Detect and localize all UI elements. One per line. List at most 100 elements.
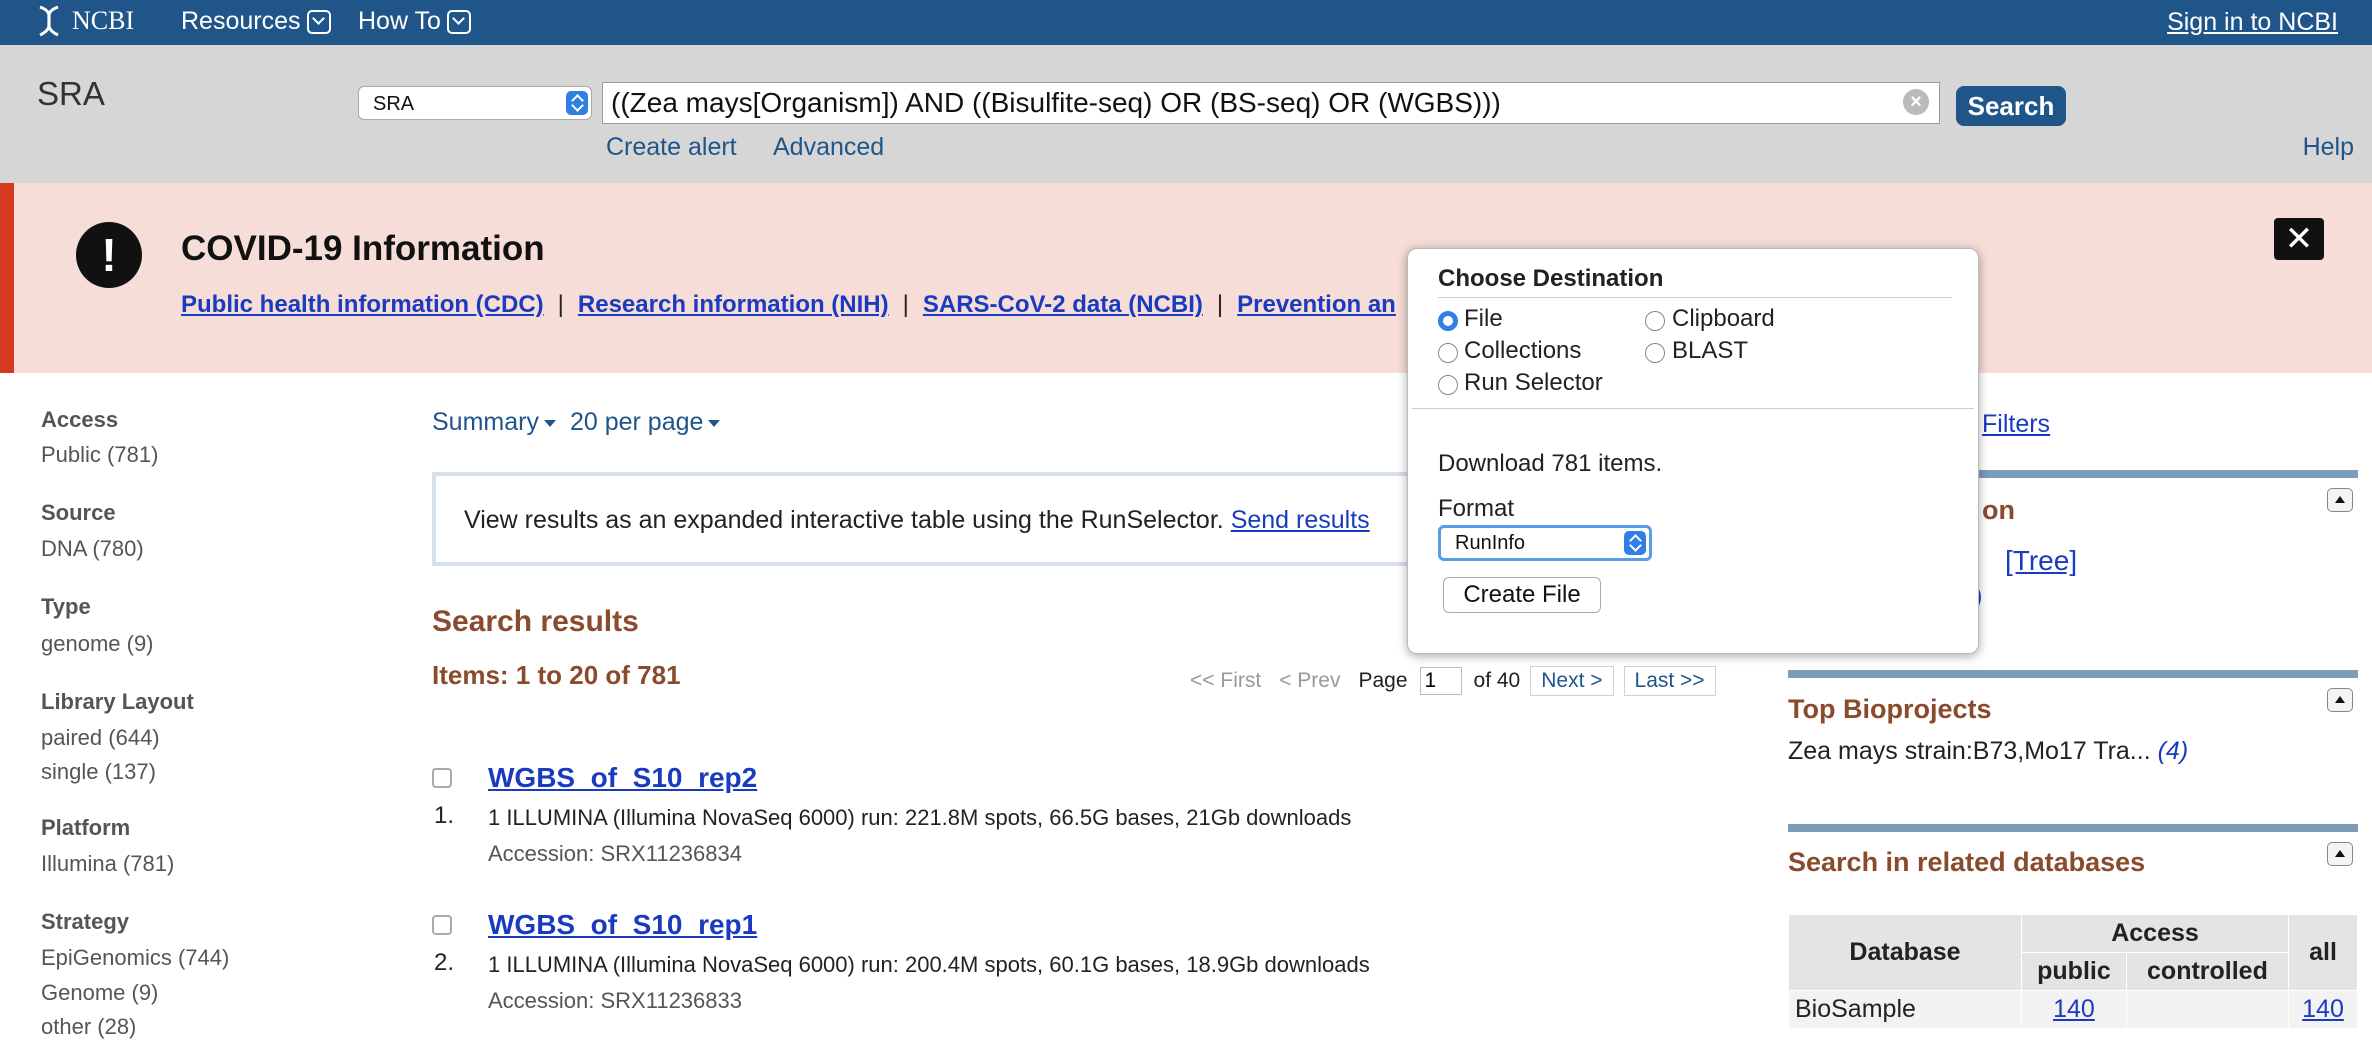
- pager: << First < Prev Page of 40 Next > Last >…: [1190, 666, 1716, 696]
- how-to-menu[interactable]: How To: [358, 7, 471, 36]
- facet-item[interactable]: genome (9): [41, 631, 154, 657]
- public-count-link[interactable]: 140: [2053, 995, 2095, 1023]
- database-select[interactable]: SRA: [358, 86, 592, 120]
- radio-blast[interactable]: [1645, 343, 1665, 363]
- top-bioprojects-title: Top Bioprojects: [1788, 694, 1992, 724]
- cdc-link[interactable]: Public health information (CDC): [181, 291, 544, 318]
- caret-down-icon: [708, 419, 721, 427]
- popup-divider: [1412, 408, 1974, 409]
- section-divider: [1788, 670, 2358, 678]
- chevron-down-icon: [306, 9, 331, 34]
- result-accession: Accession: SRX11236833: [488, 988, 742, 1013]
- clear-search-icon[interactable]: ×: [1903, 89, 1929, 115]
- result-description: 1 ILLUMINA (Illumina NovaSeq 6000) run: …: [488, 805, 1352, 830]
- facet-item[interactable]: Genome (9): [41, 980, 158, 1006]
- summary-dropdown[interactable]: Summary: [432, 408, 539, 436]
- radio-run-selector[interactable]: [1438, 375, 1458, 395]
- resources-label: Resources: [181, 7, 301, 35]
- col-all: all: [2288, 914, 2358, 991]
- result-number: 2.: [434, 949, 455, 976]
- db-name: BioSample: [1788, 990, 2022, 1029]
- facet-heading-library-layout: Library Layout: [41, 689, 194, 714]
- search-button[interactable]: Search: [1956, 86, 2066, 126]
- advanced-search-link[interactable]: Advanced: [773, 133, 884, 162]
- chevron-down-icon: [446, 9, 471, 34]
- radio-collections-label[interactable]: Collections: [1464, 337, 1581, 365]
- bioproject-count: (4): [2157, 737, 2189, 765]
- filters-link[interactable]: Filters: [1982, 410, 2050, 439]
- select-arrows-icon: [1624, 531, 1646, 555]
- download-count: Download 781 items.: [1438, 450, 1663, 477]
- result-title-link[interactable]: WGBS_of_S10_rep1: [488, 909, 757, 941]
- facet-item[interactable]: EpiGenomics (744): [41, 945, 229, 971]
- resources-menu[interactable]: Resources: [181, 7, 331, 36]
- runselector-text: View results as an expanded interactive …: [464, 506, 1370, 534]
- facet-item[interactable]: Public (781): [41, 442, 158, 468]
- ncbi-sars-link[interactable]: SARS-CoV-2 data (NCBI): [923, 291, 1203, 318]
- result-checkbox[interactable]: [432, 768, 452, 788]
- page-number-input[interactable]: [1419, 667, 1462, 695]
- section-heading-partial: on: [1982, 495, 2015, 525]
- sign-in-link[interactable]: Sign in to NCBI: [2167, 8, 2338, 37]
- col-public: public: [2021, 952, 2127, 991]
- popup-title: Choose Destination: [1438, 265, 1664, 292]
- prevention-link[interactable]: Prevention an: [1237, 291, 1396, 318]
- last-page-button[interactable]: Last >>: [1623, 666, 1716, 696]
- search-results-title: Search results: [432, 605, 639, 638]
- radio-file-label[interactable]: File: [1464, 305, 1503, 333]
- related-databases-table: Database Access all public controlled Bi…: [1788, 914, 2358, 1029]
- facet-item[interactable]: single (137): [41, 759, 156, 785]
- collapse-up-icon[interactable]: [2327, 488, 2353, 512]
- ncbi-top-bar: NCBI Resources How To Sign in to NCBI: [0, 0, 2372, 45]
- caret-down-icon: [543, 419, 556, 427]
- result-checkbox[interactable]: [432, 915, 452, 935]
- how-to-label: How To: [358, 7, 441, 35]
- section-divider: [1788, 824, 2358, 832]
- create-file-button[interactable]: Create File: [1443, 577, 1601, 613]
- collapse-up-icon[interactable]: [2327, 842, 2353, 866]
- send-results-link[interactable]: Send results: [1231, 506, 1370, 534]
- facet-heading-access: Access: [41, 407, 119, 432]
- controlled-count: [2125, 990, 2290, 1029]
- nih-link[interactable]: Research information (NIH): [578, 291, 889, 318]
- per-page-dropdown[interactable]: 20 per page: [570, 408, 703, 436]
- search-input[interactable]: [602, 82, 1940, 124]
- result-title-link[interactable]: WGBS_of_S10_rep2: [488, 762, 757, 794]
- format-select[interactable]: RunInfo: [1438, 525, 1652, 561]
- facet-item[interactable]: other (28): [41, 1014, 136, 1040]
- radio-run-selector-label[interactable]: Run Selector: [1464, 369, 1603, 397]
- page-label: Page: [1358, 669, 1408, 692]
- radio-file[interactable]: [1438, 311, 1458, 331]
- ncbi-logo[interactable]: NCBI: [34, 4, 134, 38]
- covid-links: Public health information (CDC) | Research…: [181, 291, 1396, 318]
- facet-item[interactable]: Illumina (781): [41, 851, 174, 877]
- table-row: BioSample 140 140: [1788, 990, 2358, 1029]
- result-description: 1 ILLUMINA (Illumina NovaSeq 6000) run: …: [488, 952, 1370, 977]
- exclamation-icon: !: [76, 222, 142, 288]
- close-icon[interactable]: ✕: [2274, 218, 2324, 260]
- facet-item[interactable]: DNA (780): [41, 536, 144, 562]
- help-link[interactable]: Help: [2303, 133, 2354, 162]
- select-arrows-icon: [566, 91, 588, 115]
- format-select-value: RunInfo: [1455, 532, 1526, 554]
- database-title: SRA: [37, 75, 105, 112]
- collapse-up-icon[interactable]: [2327, 688, 2353, 712]
- popup-divider: [1438, 297, 1952, 298]
- items-count: Items: 1 to 20 of 781: [432, 660, 681, 690]
- col-access: Access: [2021, 914, 2289, 953]
- related-databases-title: Search in related databases: [1788, 847, 2146, 877]
- facet-heading-source: Source: [41, 500, 116, 525]
- facet-item[interactable]: paired (644): [41, 725, 160, 751]
- bioproject-entry[interactable]: Zea mays strain:B73,Mo17 Tra... (4): [1788, 737, 2188, 766]
- all-count-link[interactable]: 140: [2302, 995, 2344, 1023]
- create-alert-link[interactable]: Create alert: [606, 133, 737, 162]
- prev-page-link[interactable]: < Prev: [1279, 669, 1340, 693]
- format-label: Format: [1438, 495, 1515, 522]
- first-page-link[interactable]: << First: [1190, 669, 1261, 693]
- radio-blast-label[interactable]: BLAST: [1672, 337, 1748, 365]
- radio-clipboard-label[interactable]: Clipboard: [1672, 305, 1775, 333]
- next-page-button[interactable]: Next >: [1530, 666, 1614, 696]
- tree-link[interactable]: [Tree]: [2005, 545, 2077, 577]
- radio-collections[interactable]: [1438, 343, 1458, 363]
- radio-clipboard[interactable]: [1645, 311, 1665, 331]
